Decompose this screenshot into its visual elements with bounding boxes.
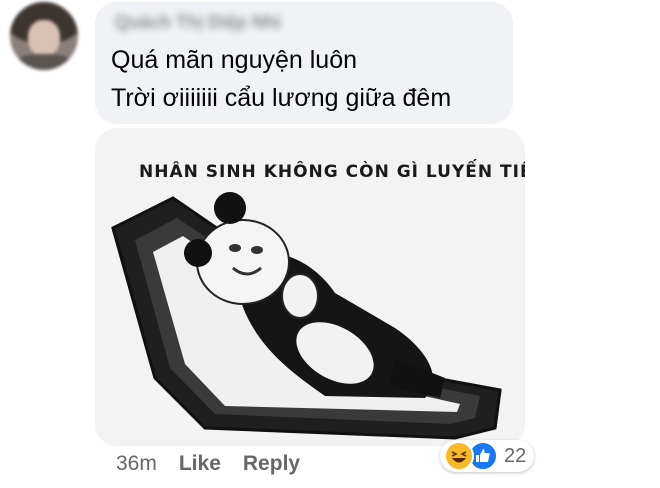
reactions-summary[interactable]: 22	[440, 440, 535, 472]
comment-text-line: Quá mãn nguyện luôn	[111, 46, 358, 74]
haha-icon	[444, 441, 474, 471]
avatar[interactable]	[10, 2, 78, 70]
comment-actions: 36m Like Reply	[116, 452, 322, 476]
timestamp[interactable]: 36m	[116, 452, 157, 476]
comment-bubble: Quách Thị Diệp Nhi Quá mãn nguyện luôn T…	[95, 2, 513, 124]
like-button[interactable]: Like	[179, 452, 221, 476]
comment-author[interactable]: Quách Thị Diệp Nhi	[115, 12, 281, 33]
comment-image[interactable]: NHÂN SINH KHÔNG CÒN GÌ LUYẾN TIẾC	[95, 128, 525, 446]
reaction-count: 22	[504, 444, 527, 467]
comment-text-line: Trời ơiiiiiii cẩu lương giữa đêm	[111, 84, 452, 112]
meme-caption: NHÂN SINH KHÔNG CÒN GÌ LUYẾN TIẾC	[139, 162, 525, 182]
reply-button[interactable]: Reply	[243, 452, 300, 476]
